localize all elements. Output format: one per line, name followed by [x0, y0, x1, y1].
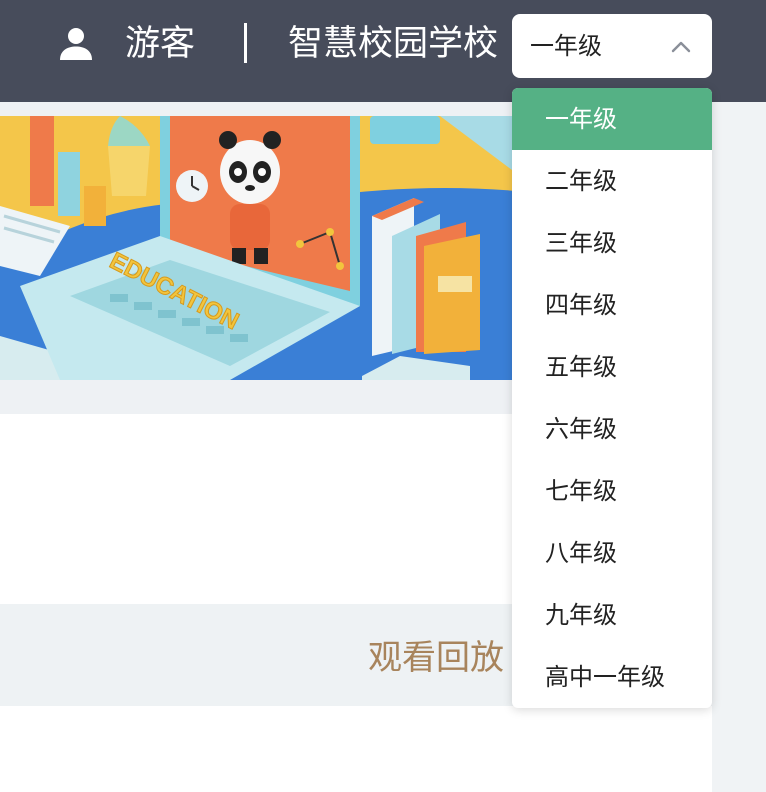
grade-select-value: 一年级 [530, 32, 602, 60]
grade-option[interactable]: 六年级 [512, 398, 712, 460]
top-header: 游客 智慧校园学校 一年级 [0, 0, 766, 102]
grade-option[interactable]: 五年级 [512, 336, 712, 398]
content-panel-lower [0, 706, 712, 792]
user-name[interactable]: 游客 [125, 18, 195, 70]
header-divider [244, 23, 247, 63]
school-name: 智慧校园学校 [288, 24, 499, 64]
grade-select[interactable]: 一年级 [512, 14, 712, 78]
user-icon [60, 28, 92, 60]
grade-option[interactable]: 四年级 [512, 274, 712, 336]
grade-option[interactable]: 一年级 [512, 88, 712, 150]
grade-option[interactable]: 七年级 [512, 460, 712, 522]
grade-option[interactable]: 八年级 [512, 522, 712, 584]
grade-dropdown-menu: 一年级 二年级 三年级 四年级 五年级 六年级 七年级 八年级 九年级 高中一年级 [512, 88, 712, 708]
right-side-strip [712, 102, 766, 792]
grade-option[interactable]: 二年级 [512, 150, 712, 212]
grade-option[interactable]: 高中一年级 [512, 646, 712, 708]
grade-option[interactable]: 三年级 [512, 212, 712, 274]
watch-replay-label[interactable]: 观看回放 [368, 634, 504, 682]
chevron-up-icon [671, 41, 691, 53]
grade-option[interactable]: 九年级 [512, 584, 712, 646]
